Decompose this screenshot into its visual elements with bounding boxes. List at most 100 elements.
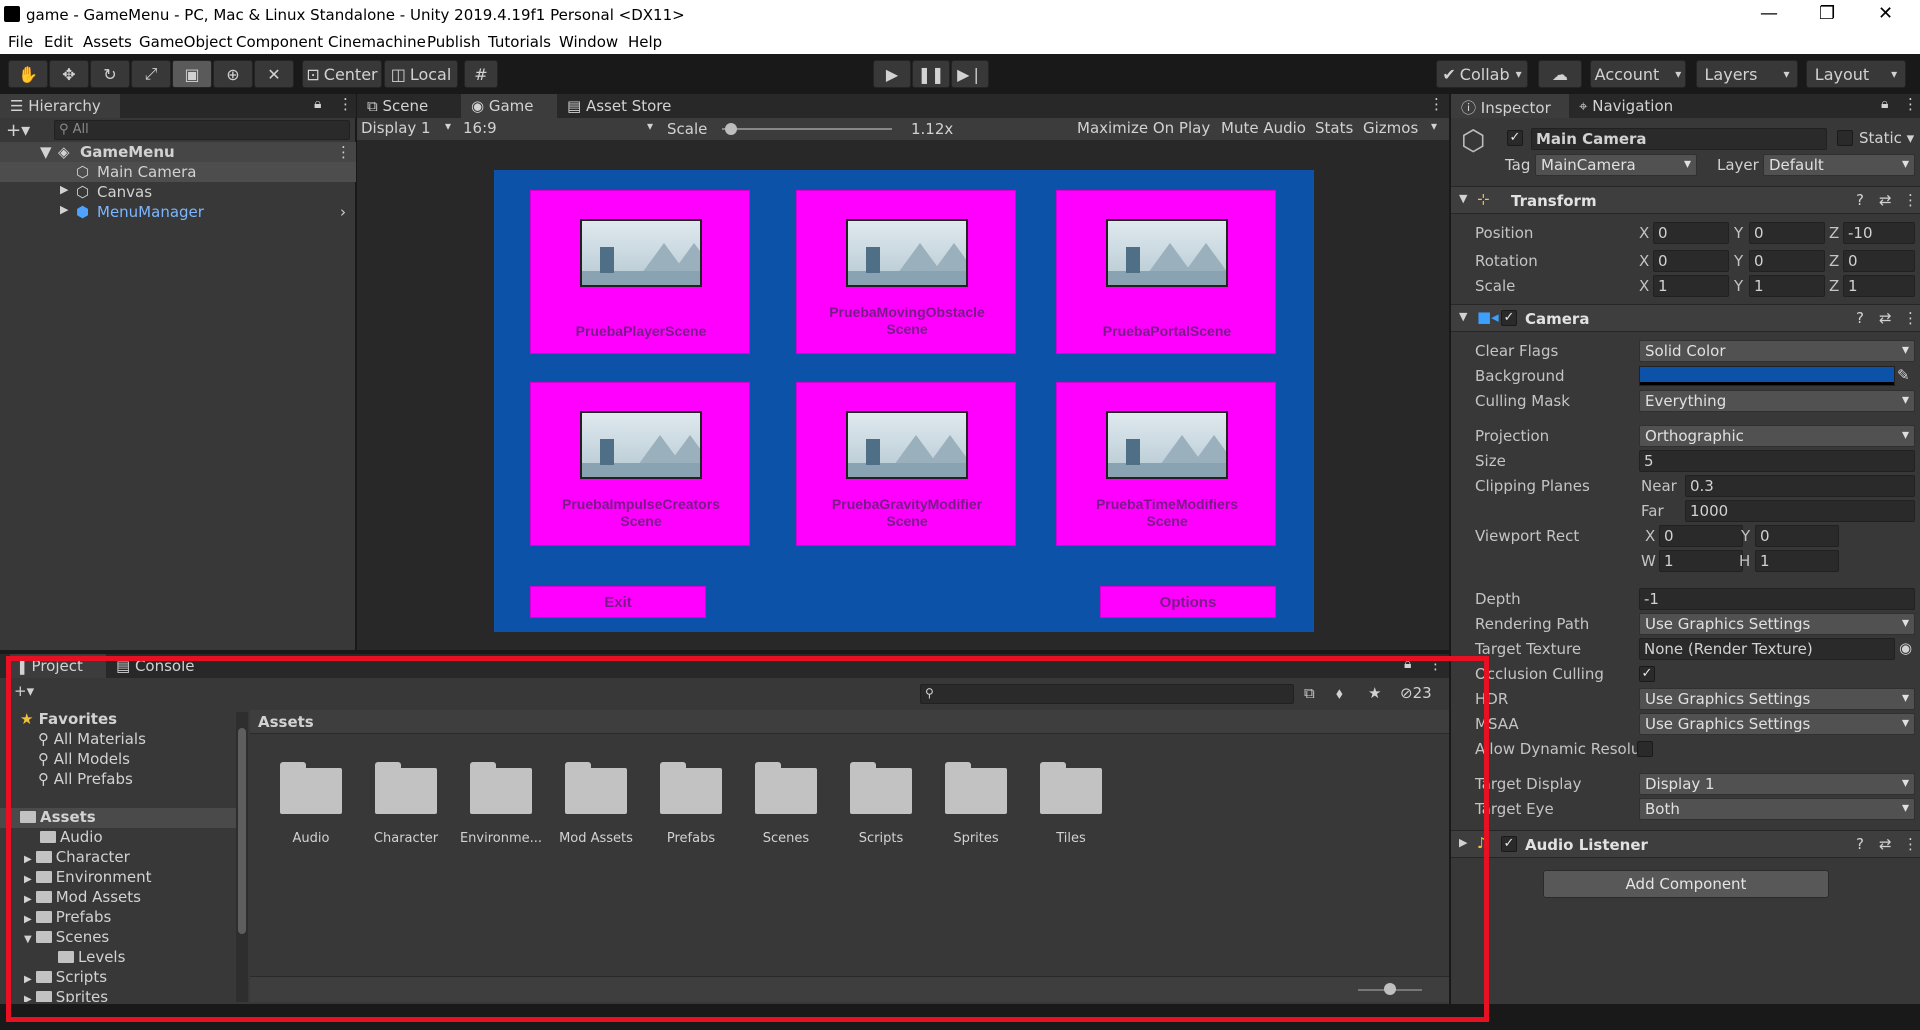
gizmos-dropdown-icon[interactable]: ▾	[1431, 119, 1437, 133]
pause-button[interactable]: ❚❚	[912, 60, 950, 88]
lock-icon[interactable]: 🔒︎	[314, 96, 321, 112]
menu-publish[interactable]: Publish	[427, 33, 480, 51]
viewport-x-field[interactable]: 0	[1659, 525, 1743, 547]
scene-row[interactable]: ▼ ◈ GameMenu ⋮	[0, 142, 356, 162]
projection-dropdown[interactable]: Orthographic	[1639, 425, 1915, 447]
component-menu-icon[interactable]: ⋮	[1903, 835, 1918, 853]
menu-window[interactable]: Window	[559, 33, 618, 51]
camera-enabled-checkbox[interactable]: ✓	[1501, 310, 1517, 326]
msaa-dropdown[interactable]: Use Graphics Settings	[1639, 713, 1915, 735]
account-dropdown[interactable]: Account ▾	[1590, 60, 1686, 88]
scene-button-gravity-modifier[interactable]: PruebaGravityModifier Scene	[796, 382, 1016, 546]
hdr-dropdown[interactable]: Use Graphics Settings	[1639, 688, 1915, 710]
maximize-on-play-toggle[interactable]: Maximize On Play	[1077, 119, 1210, 137]
stats-toggle[interactable]: Stats	[1315, 119, 1353, 137]
scene-button-portal[interactable]: PruebaPortalScene	[1056, 190, 1276, 354]
exit-button[interactable]: Exit	[530, 586, 706, 618]
viewport-y-field[interactable]: 0	[1755, 525, 1839, 547]
camera-header[interactable]: ▼ ■◂ ✓ Camera ? ⇄ ⋮	[1451, 304, 1920, 332]
transform-header[interactable]: ▼ ⊹ Transform ? ⇄ ⋮	[1451, 186, 1920, 214]
maximize-button[interactable]: ❐	[1819, 3, 1835, 24]
scene-button-time-modifiers[interactable]: PruebaTimeModifiers Scene	[1056, 382, 1276, 546]
position-z-field[interactable]: -10	[1843, 222, 1915, 244]
dynamic-resolution-checkbox[interactable]	[1637, 741, 1653, 757]
component-menu-icon[interactable]: ⋮	[1903, 191, 1918, 209]
viewport-w-field[interactable]: 1	[1659, 550, 1743, 572]
gizmos-toggle[interactable]: Gizmos	[1363, 119, 1418, 137]
chevron-right-icon[interactable]: ›	[340, 203, 346, 221]
static-checkbox[interactable]	[1837, 130, 1853, 146]
preset-icon[interactable]: ⇄	[1879, 835, 1892, 853]
position-x-field[interactable]: 0	[1653, 222, 1729, 244]
menu-gameobject[interactable]: GameObject	[139, 33, 233, 51]
menu-component[interactable]: Component	[236, 33, 323, 51]
component-menu-icon[interactable]: ⋮	[1903, 309, 1918, 327]
help-icon[interactable]: ?	[1856, 835, 1864, 853]
static-dropdown[interactable]: Static ▾	[1859, 129, 1914, 147]
lock-icon[interactable]: 🔒︎	[1881, 96, 1888, 112]
scene-menu-icon[interactable]: ⋮	[336, 143, 351, 161]
rect-tool-icon[interactable]: ▣	[172, 60, 212, 88]
custom-tool-icon[interactable]: ✕	[254, 60, 294, 88]
scale-tool-icon[interactable]: ⤢	[131, 60, 171, 88]
target-display-dropdown[interactable]: Display 1	[1639, 773, 1915, 795]
tab-hierarchy[interactable]: ☰ Hierarchy	[0, 94, 120, 118]
object-name-field[interactable]: Main Camera	[1531, 128, 1827, 150]
menu-tutorials[interactable]: Tutorials	[488, 33, 551, 51]
options-button[interactable]: Options	[1100, 586, 1276, 618]
pivot-center-toggle[interactable]: ⊡ Center	[302, 60, 382, 88]
tab-inspector[interactable]: ⓘ Inspector	[1451, 94, 1569, 118]
tag-dropdown[interactable]: MainCamera	[1535, 154, 1697, 176]
position-y-field[interactable]: 0	[1749, 222, 1825, 244]
transform-tool-icon[interactable]: ⊕	[213, 60, 253, 88]
list-item[interactable]: ▶ ⬢ MenuManager ›	[0, 202, 356, 222]
hierarchy-search-input[interactable]: ⚲ All	[54, 120, 350, 140]
menu-file[interactable]: File	[8, 33, 33, 51]
target-eye-dropdown[interactable]: Both	[1639, 798, 1915, 820]
audio-listener-header[interactable]: ▶ ♪ ✓ Audio Listener ? ⇄ ⋮	[1451, 830, 1920, 858]
object-picker-icon[interactable]: ◉	[1899, 639, 1912, 657]
clear-flags-dropdown[interactable]: Solid Color	[1639, 340, 1915, 362]
more-menu-icon[interactable]: ⋮	[338, 95, 353, 113]
scene-button-impulse-creators[interactable]: PruebaImpulseCreators Scene	[530, 382, 750, 546]
tab-asset-store[interactable]: ▤ Asset Store	[557, 94, 687, 118]
list-item[interactable]: ⬡ Main Camera	[0, 162, 356, 182]
grid-snap-icon[interactable]: #	[464, 60, 498, 88]
layer-dropdown[interactable]: Default	[1763, 154, 1915, 176]
preset-icon[interactable]: ⇄	[1879, 191, 1892, 209]
far-field[interactable]: 1000	[1685, 500, 1915, 522]
close-button[interactable]: ✕	[1878, 3, 1893, 24]
depth-field[interactable]: -1	[1639, 588, 1915, 610]
menu-help[interactable]: Help	[628, 33, 662, 51]
scene-button-moving-obstacle[interactable]: PruebaMovingObstacle Scene	[796, 190, 1016, 354]
rotation-y-field[interactable]: 0	[1749, 250, 1825, 272]
active-checkbox[interactable]: ✓	[1507, 130, 1523, 146]
audio-listener-checkbox[interactable]: ✓	[1501, 836, 1517, 852]
rotate-tool-icon[interactable]: ↻	[90, 60, 130, 88]
tab-navigation[interactable]: ⌖ Navigation	[1569, 94, 1699, 118]
scale-x-field[interactable]: 1	[1653, 275, 1729, 297]
target-texture-field[interactable]: None (Render Texture)	[1639, 638, 1895, 660]
help-icon[interactable]: ?	[1856, 191, 1864, 209]
culling-mask-dropdown[interactable]: Everything	[1639, 390, 1915, 412]
hand-tool-icon[interactable]: ✋	[8, 60, 48, 88]
more-menu-icon[interactable]: ⋮	[1429, 95, 1444, 113]
menu-cinemachine[interactable]: Cinemachine	[328, 33, 426, 51]
step-button[interactable]: ▶❘	[951, 60, 989, 88]
near-field[interactable]: 0.3	[1685, 475, 1915, 497]
mute-audio-toggle[interactable]: Mute Audio	[1221, 119, 1306, 137]
add-component-button[interactable]: Add Component	[1543, 870, 1829, 898]
collab-dropdown[interactable]: ✔ Collab ▾	[1436, 60, 1528, 88]
background-color-field[interactable]	[1639, 366, 1895, 386]
rotation-x-field[interactable]: 0	[1653, 250, 1729, 272]
more-menu-icon[interactable]: ⋮	[1903, 95, 1918, 113]
layers-dropdown[interactable]: Layers ▾	[1696, 60, 1798, 88]
move-tool-icon[interactable]: ✥	[49, 60, 89, 88]
size-field[interactable]: 5	[1639, 450, 1915, 472]
scene-button-player[interactable]: PruebaPlayerScene	[530, 190, 750, 354]
tab-scene[interactable]: ⧉ Scene	[357, 94, 461, 118]
menu-edit[interactable]: Edit	[44, 33, 73, 51]
menu-assets[interactable]: Assets	[83, 33, 132, 51]
scale-y-field[interactable]: 1	[1749, 275, 1825, 297]
scale-slider-thumb[interactable]	[725, 123, 737, 135]
